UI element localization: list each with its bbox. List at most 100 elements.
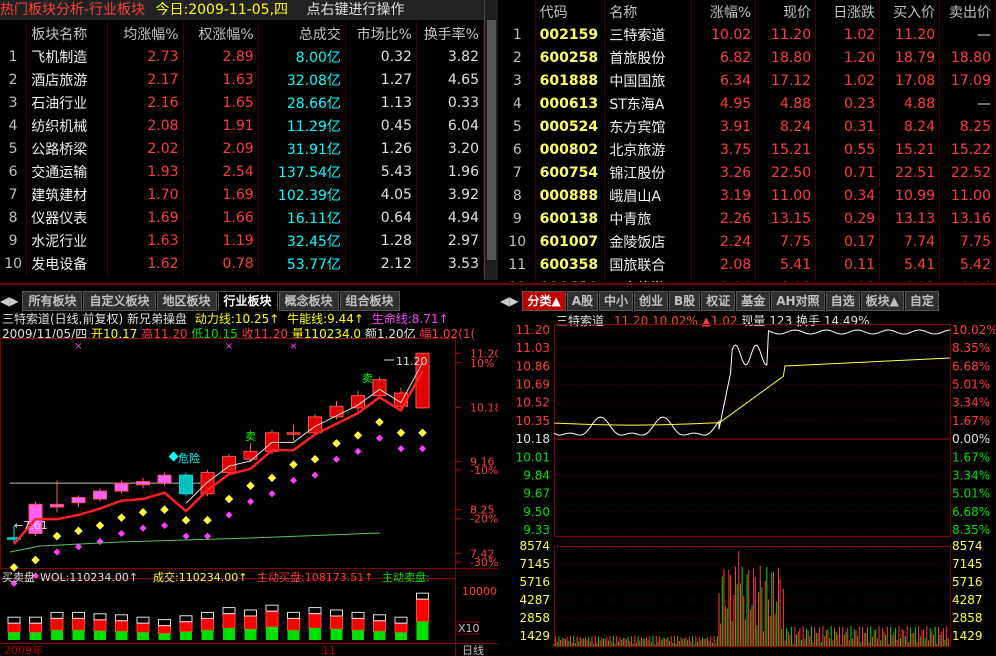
cell: 3.20 xyxy=(416,137,485,160)
right-tab-4[interactable]: B股 xyxy=(669,291,701,311)
kline-area: 三特索道(日线,前复权) 新兄弟操盘 动力线:10.25↑ 牛能线:9.44↑ … xyxy=(0,310,498,656)
table-row[interactable]: 1 飞机制造 2.73 2.89 8.00亿 0.32 3.82 xyxy=(0,45,485,68)
table-row[interactable]: 10 发电设备 1.62 0.78 53.77亿 2.12 3.53 xyxy=(0,252,485,275)
stock-header-1[interactable]: 代码 xyxy=(535,0,606,23)
tab-0[interactable]: 所有板块 xyxy=(22,291,83,311)
vol-bar-red xyxy=(308,613,322,629)
cell: 2.06 xyxy=(691,276,757,282)
cell: 4.65 xyxy=(416,68,485,91)
cell: 2.24 xyxy=(691,230,757,253)
cell: 0.23 xyxy=(815,92,881,115)
tab-5[interactable]: 组合板块 xyxy=(339,291,400,311)
right-tab-7[interactable]: AH对照 xyxy=(771,291,825,311)
sector-header-2[interactable]: 均涨幅% xyxy=(107,22,184,45)
table-row[interactable]: 7 600754 锦江股份 3.26 22.50 0.71 22.51 22.52 xyxy=(500,161,996,184)
price-axis-label: -20% xyxy=(470,513,498,526)
stock-header-6[interactable]: 买入价 xyxy=(879,0,941,23)
cell: 1.65 xyxy=(183,91,259,114)
stock-header-2[interactable]: 名称 xyxy=(604,0,693,23)
cell: 11.20 xyxy=(879,23,941,46)
magenta-dot xyxy=(96,537,104,545)
cell: 6.94 xyxy=(939,276,996,282)
cell: 3.53 xyxy=(416,252,485,275)
table-row[interactable]: 9 水泥行业 1.63 1.19 32.45亿 1.28 2.97 xyxy=(0,229,485,252)
vol-bar-outline xyxy=(287,611,300,619)
right-tab-5[interactable]: 权证 xyxy=(701,291,736,311)
cell: 2.08 xyxy=(107,114,184,137)
sector-header-1[interactable]: 板块名称 xyxy=(26,22,109,45)
vol-bar-green xyxy=(330,629,343,640)
cell: 11.29亿 xyxy=(258,114,346,137)
table-row[interactable]: 1 002159 三特索道 10.02 11.20 1.02 11.20— xyxy=(500,23,996,46)
cell: 6.93 xyxy=(755,276,817,282)
cell: 1.69 xyxy=(183,183,259,206)
table-row[interactable]: 2 600258 首旅股份 6.82 18.80 1.20 18.79 18.80 xyxy=(500,46,996,69)
right-tab-2[interactable]: 中小 xyxy=(599,291,634,311)
tab-2[interactable]: 地区板块 xyxy=(156,291,217,311)
table-row[interactable]: 11 600358 国旅联合 2.08 5.41 0.11 5.41 5.42 xyxy=(500,253,996,276)
kline-chart[interactable]: 11.2010%10.189.16-10%8.25-20%7.42-30%×××… xyxy=(0,310,498,656)
sector-header-5[interactable]: 市场比% xyxy=(345,22,417,45)
cell: 三特索道 xyxy=(604,23,693,46)
table-row[interactable]: 4 000613 ST东海A 4.95 4.88 0.23 4.88— xyxy=(500,92,996,115)
sector-scrollbar[interactable] xyxy=(484,0,498,280)
table-row[interactable]: 10 601007 金陵饭店 2.24 7.75 0.17 7.74 7.75 xyxy=(500,230,996,253)
stock-header-0[interactable] xyxy=(500,0,536,23)
table-row[interactable]: 8 仪器仪表 1.69 1.66 16.11亿 0.64 4.94 xyxy=(0,206,485,229)
sector-header-4[interactable]: 总成交 xyxy=(258,22,346,45)
month-label: 11 xyxy=(322,644,336,656)
right-tab-0[interactable]: 分类▲ xyxy=(522,291,566,311)
stock-header-3[interactable]: 涨幅% xyxy=(691,0,757,23)
stock-header-5[interactable]: 日涨跌 xyxy=(815,0,881,23)
table-row[interactable]: 7 建筑建材 1.70 1.69 102.39亿 4.05 3.92 xyxy=(0,183,485,206)
sector-header-0[interactable] xyxy=(0,22,28,45)
table-row[interactable]: 5 000524 东方宾馆 3.91 8.24 0.31 8.24 8.25 xyxy=(500,115,996,138)
cell: 2.02 xyxy=(107,137,184,160)
cell: 5.43 xyxy=(345,160,417,183)
tab-nav-arrows[interactable]: ◀▶ xyxy=(0,294,18,308)
left-axis-label: 10.35 xyxy=(516,414,550,428)
yellow-dot xyxy=(310,455,320,464)
candle-body xyxy=(136,481,150,486)
stock-header-4[interactable]: 现价 xyxy=(755,0,817,23)
tab-nav-arrows-right[interactable]: ◀▶ xyxy=(500,294,518,308)
vol-bar-green xyxy=(94,630,106,640)
table-row[interactable]: 9 600138 中青旅 2.26 13.15 0.29 13.13 13.16 xyxy=(500,207,996,230)
cell: 3.19 xyxy=(691,184,757,207)
tab-4[interactable]: 概念板块 xyxy=(278,291,339,311)
right-tab-10[interactable]: 自定 xyxy=(904,291,939,311)
cell: 9 xyxy=(0,229,28,252)
avg-line xyxy=(553,357,951,426)
tab-1[interactable]: 自定义板块 xyxy=(83,291,156,311)
table-row[interactable]: 6 000802 北京旅游 3.75 15.21 0.55 15.21 15.22 xyxy=(500,138,996,161)
scroll-thumb[interactable] xyxy=(487,20,496,260)
left-axis-label: 9.50 xyxy=(523,505,550,519)
cell: 7 xyxy=(500,161,536,184)
table-row[interactable]: 4 纺织机械 2.08 1.91 11.29亿 0.45 6.04 xyxy=(0,114,485,137)
right-tab-9[interactable]: 板块▲ xyxy=(860,291,904,311)
table-row[interactable]: 2 酒店旅游 2.17 1.63 32.08亿 1.27 4.65 xyxy=(0,68,485,91)
vol-left-label: 1429 xyxy=(519,629,550,643)
magenta-dot xyxy=(203,532,212,540)
cell: 601007 xyxy=(535,230,606,253)
vol-bar-outline xyxy=(7,616,21,624)
vol-bar-green xyxy=(395,632,407,640)
tab-3[interactable]: 行业板块 xyxy=(217,291,278,311)
stock-header-7[interactable]: 卖出价 xyxy=(939,0,996,23)
vol-bar-red xyxy=(72,617,85,631)
sector-header-6[interactable]: 换手率% xyxy=(416,22,485,45)
intraday-chart[interactable]: 11.20 11.03 10.86 10.69 10.52 10.35 10.18 10.01… xyxy=(500,310,996,656)
cell: 600258 xyxy=(535,46,606,69)
sector-header-3[interactable]: 权涨幅% xyxy=(183,22,259,45)
table-row[interactable]: 6 交通运输 1.93 2.54 137.54亿 5.43 1.96 xyxy=(0,160,485,183)
right-tab-6[interactable]: 基金 xyxy=(736,291,771,311)
table-row[interactable]: 3 石油行业 2.16 1.65 28.66亿 1.13 0.33 xyxy=(0,91,485,114)
table-row[interactable]: 12000610西安旅游2.066.930.136.936.94 xyxy=(500,276,996,282)
right-tab-1[interactable]: A股 xyxy=(566,291,598,311)
table-row[interactable]: 5 公路桥梁 2.02 2.09 31.91亿 1.26 3.20 xyxy=(0,137,485,160)
table-row[interactable]: 3 601888 中国国旅 6.34 17.12 1.02 17.08 17.09 xyxy=(500,69,996,92)
right-tab-3[interactable]: 创业 xyxy=(634,291,669,311)
right-tab-8[interactable]: 自选 xyxy=(825,291,860,311)
vol-bar-green xyxy=(244,629,257,640)
table-row[interactable]: 8 000888 峨眉山A 3.19 11.00 0.34 10.99 11.00 xyxy=(500,184,996,207)
